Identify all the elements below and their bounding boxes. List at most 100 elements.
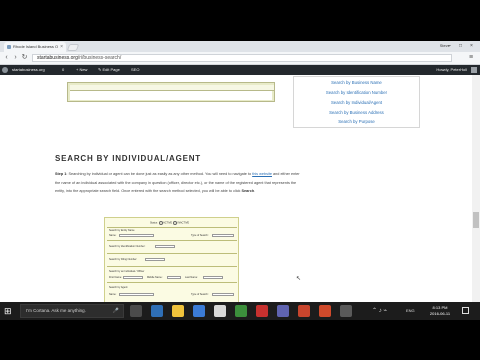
browser-toolbar: ‹ › ↻ startabusiness.org/ri/business-sea…	[0, 52, 480, 65]
cortana-search-box[interactable]: I'm Cortana. Ask me anything. 🎤	[20, 304, 124, 318]
search-results-screenshot	[67, 82, 275, 102]
form-inactive-label: INACTIVE	[177, 221, 190, 225]
admin-site-name[interactable]: startabusiness.org	[12, 65, 45, 75]
step-end: Search	[241, 189, 255, 193]
form-label: Name:	[109, 234, 117, 237]
form-divider	[107, 253, 237, 254]
language-indicator[interactable]: ENG	[406, 308, 415, 313]
admin-comments[interactable]: 0	[62, 65, 64, 75]
address-bar[interactable]: startabusiness.org/ri/business-search/	[32, 54, 452, 62]
page-content: Search by Business Name Search by Identi…	[0, 75, 472, 320]
form-divider	[107, 282, 237, 283]
tab-title: Rhode Island Business O	[13, 44, 59, 49]
edge-browser-icon[interactable]	[151, 305, 163, 317]
sidebar-link-box: Search by Business Name Search by Identi…	[293, 76, 420, 128]
admin-seo[interactable]: SEO	[131, 65, 139, 75]
form-label: Search by Identification Number:	[109, 245, 146, 248]
chrome-icon[interactable]	[214, 305, 226, 317]
start-button[interactable]: ⊞	[4, 306, 12, 316]
browser-tab-strip: Rhode Island Business O × Steve – □ ×	[0, 41, 480, 52]
url-path: /ri/business-search/	[77, 55, 122, 61]
form-field-image	[145, 258, 165, 261]
reload-icon[interactable]: ↻	[20, 53, 29, 63]
wordpress-logo-icon[interactable]	[2, 67, 8, 73]
back-icon[interactable]: ‹	[2, 53, 11, 63]
form-field-image	[119, 293, 154, 296]
step-text-1: : Searching by individual or agent can b…	[66, 172, 253, 176]
form-field-image	[155, 245, 175, 248]
system-tray-icons[interactable]: ⌃ ♪ ⌁	[372, 307, 387, 320]
form-label: Search by an Individual / Officer	[109, 270, 145, 273]
tab-close-icon[interactable]: ×	[60, 42, 63, 52]
taskbar-clock[interactable]: 8:13 PM 2016-06-11	[425, 305, 455, 317]
form-label: First Name:	[109, 276, 122, 279]
form-divider	[107, 240, 237, 241]
store-icon[interactable]	[193, 305, 205, 317]
browser-tab[interactable]: Rhode Island Business O ×	[4, 42, 66, 52]
sidebar-link-business-name[interactable]: Search by Business Name	[294, 80, 419, 85]
form-label: Search by Entity Name	[109, 229, 135, 232]
step-paragraph: Step 1: Searching by individual or agent…	[55, 170, 300, 196]
ms-office-icon[interactable]	[319, 305, 331, 317]
admin-edit-page[interactable]: ✎ Edit Page	[98, 65, 120, 75]
form-label: Search by Agent:	[109, 286, 129, 289]
form-label: Last Name:	[185, 276, 198, 279]
form-select-image	[212, 234, 234, 237]
url-host: startabusiness.org	[37, 55, 78, 61]
step-label: Step 1	[55, 172, 67, 176]
scrollbar-thumb[interactable]	[473, 212, 479, 228]
admin-howdy[interactable]: Howdy, PeterHoll	[436, 65, 467, 75]
cortana-placeholder: I'm Cortana. Ask me anything.	[26, 308, 86, 313]
form-field-image	[203, 276, 223, 279]
form-field-image	[123, 276, 143, 279]
radio-icon	[158, 221, 163, 225]
app-icon[interactable]	[340, 305, 352, 317]
form-status-label: Status:	[150, 221, 158, 225]
form-field-image	[167, 276, 181, 279]
form-field-image	[119, 234, 154, 237]
page-favicon-icon	[7, 45, 11, 49]
form-label: Type of Search:	[191, 293, 209, 296]
form-label: Middle Name:	[147, 276, 163, 279]
app-icon[interactable]	[277, 305, 289, 317]
form-label: Type of Search:	[191, 234, 209, 237]
maximize-icon[interactable]: □	[456, 41, 465, 51]
windows-taskbar: ⊞ I'm Cortana. Ask me anything. 🎤 ⌃ ♪ ⌁ …	[0, 302, 480, 320]
letterbox-bottom	[0, 320, 480, 360]
form-divider	[107, 266, 237, 267]
form-status-row: Status: ACTIVE INACTIVE	[150, 221, 189, 225]
form-active-label: ACTIVE	[163, 221, 173, 225]
forward-icon[interactable]: ›	[11, 53, 20, 63]
task-view-icon[interactable]	[130, 305, 142, 317]
step-link[interactable]: this website	[252, 172, 272, 176]
form-select-image	[212, 293, 234, 296]
excel-icon[interactable]	[235, 305, 247, 317]
radio-icon	[172, 221, 177, 225]
desktop-screen: Rhode Island Business O × Steve – □ × ‹ …	[0, 41, 480, 320]
wp-admin-bar: startabusiness.org 0 + New ✎ Edit Page S…	[0, 65, 480, 75]
mouse-cursor-icon: ↖	[296, 276, 302, 282]
avatar[interactable]	[471, 67, 477, 73]
admin-new[interactable]: + New	[76, 65, 87, 75]
minimize-icon[interactable]: –	[445, 41, 454, 51]
powerpoint-icon[interactable]	[298, 305, 310, 317]
new-tab-button[interactable]	[66, 44, 80, 51]
results-table-row	[70, 91, 272, 100]
letterbox-top	[0, 0, 480, 41]
page-scrollbar[interactable]	[472, 75, 480, 320]
close-window-icon[interactable]: ×	[467, 41, 476, 51]
form-label: Search by Filing Number:	[109, 258, 138, 261]
form-label: Name:	[109, 293, 117, 296]
file-explorer-icon[interactable]	[172, 305, 184, 317]
acrobat-icon[interactable]	[256, 305, 268, 317]
sidebar-link-identification-number[interactable]: Search by Identification Number	[294, 90, 419, 95]
section-title: SEARCH BY INDIVIDUAL/AGENT	[55, 154, 201, 163]
microphone-icon[interactable]: 🎤	[113, 305, 119, 317]
action-center-icon[interactable]	[462, 307, 469, 314]
sidebar-link-purpose[interactable]: Search by Purpose	[294, 119, 419, 124]
sidebar-link-individual-agent[interactable]: Search by Individual/Agent	[294, 100, 419, 105]
sidebar-link-business-address[interactable]: Search by Business Address	[294, 110, 419, 115]
step-period: .	[254, 189, 256, 193]
form-divider	[107, 227, 237, 228]
browser-menu-icon[interactable]: ≡	[467, 53, 475, 63]
